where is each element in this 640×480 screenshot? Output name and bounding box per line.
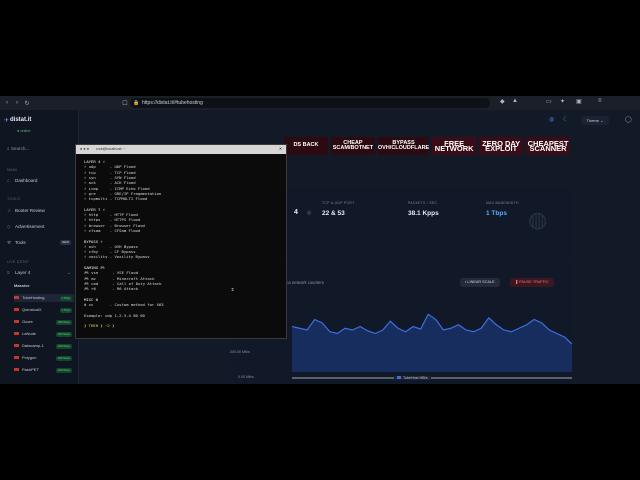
list-item[interactable]: Polygon 100 Gbps bbox=[14, 354, 74, 362]
layers-icon: ≡ bbox=[7, 270, 10, 275]
globe-icon[interactable]: ◍ bbox=[549, 116, 554, 123]
sidebar-item-layer4[interactable]: ≡ Layer 4 ⌄ bbox=[7, 268, 73, 277]
banner-item[interactable]: CHEAP SCAM/BOTNET bbox=[330, 137, 375, 155]
banner-item[interactable]: FREE NETWORK bbox=[432, 137, 477, 155]
window-controls-icon[interactable]: ● ● ● bbox=[80, 147, 89, 151]
ad-banner[interactable]: DS BACK CHEAP SCAM/BOTNET BYPASS OVH/CLO… bbox=[284, 137, 571, 155]
list-item[interactable]: Datacamp-1 100 Gbps bbox=[14, 342, 74, 350]
terminal-line: ⚡ tcpmulti - TCPMULTI Flood bbox=[84, 196, 148, 202]
chart-legend: TubeHost MB/s bbox=[394, 376, 431, 380]
flag-icon bbox=[14, 308, 19, 312]
terminal-line: 🎮 r6 - R6 Attack bbox=[84, 286, 139, 292]
status-badge: ● online bbox=[17, 129, 31, 133]
terminal-line: ⚙ vc - Custom method for X63 bbox=[84, 302, 164, 308]
list-item[interactable]: Ocore 400 Gbps bbox=[14, 318, 74, 326]
terminal-line: ⚡ cfsam - CFSam Flood bbox=[84, 227, 141, 233]
flag-icon bbox=[14, 368, 19, 372]
brave-shield-icon[interactable]: ◆ bbox=[500, 98, 505, 105]
y-tick-label: 0.00 Mb/s bbox=[238, 375, 254, 379]
extensions-icon[interactable]: ✦ bbox=[560, 98, 565, 105]
bookmark-icon[interactable]: ☐ bbox=[120, 100, 130, 107]
sidebar-item-booter-review[interactable]: ☆ Booter Review bbox=[7, 206, 73, 215]
cursor-icon: ⌶ bbox=[231, 287, 235, 293]
terminal-titlebar[interactable]: ● ● ● root@localhost: ~ ✕ bbox=[76, 145, 286, 154]
section-tools: TOOLS bbox=[7, 197, 21, 201]
home-icon: ⌂ bbox=[7, 178, 10, 183]
banner-item[interactable]: BYPASS OVH/CLOUDFLARE bbox=[377, 137, 429, 155]
search-input[interactable]: ⌕ Search... bbox=[7, 144, 73, 153]
pause-traffic-button[interactable]: ❚ PAUSE TRAFFIC bbox=[510, 278, 554, 287]
stat-icon: ◎ bbox=[307, 210, 312, 216]
flag-icon bbox=[14, 296, 19, 300]
sidebar-item-dashboard[interactable]: ⌂ Dashboard bbox=[7, 176, 73, 185]
banner-item[interactable]: DS BACK bbox=[284, 137, 328, 155]
globe-watermark-icon: ◍ bbox=[528, 207, 548, 232]
megaphone-icon: ◇ bbox=[7, 224, 11, 229]
lock-icon: 🔒 bbox=[133, 100, 140, 106]
flag-icon bbox=[14, 332, 19, 336]
close-icon[interactable]: ✕ bbox=[279, 145, 282, 154]
stat-ports: TCP & UDP PORT 22 & 53 bbox=[322, 201, 355, 217]
address-bar[interactable]: 🔒 https://distat.it/#tubehosting bbox=[130, 98, 490, 108]
list-item[interactable]: PashPET 100 Gbps bbox=[14, 366, 74, 374]
theme-button[interactable]: Theme ⌄ bbox=[581, 116, 609, 125]
user-icon[interactable]: ◯ bbox=[625, 116, 632, 123]
chevron-down-icon: ⌄ bbox=[67, 270, 71, 275]
sidebar-icon[interactable]: ▭ bbox=[546, 98, 552, 105]
star-icon: ☆ bbox=[7, 208, 12, 213]
list-item[interactable]: LaNode 200 Gbps bbox=[14, 330, 74, 338]
logo-icon: ✈ bbox=[4, 118, 10, 124]
list-item[interactable]: QuinstoalX 1 Tbps bbox=[14, 306, 74, 314]
moon-icon[interactable]: ☾ bbox=[563, 116, 568, 123]
flag-icon bbox=[14, 344, 19, 348]
sidebar: ✈ distat.it ● online ⌕ Search... MAIN ⌂ D… bbox=[0, 110, 79, 384]
wrench-icon: ⚒ bbox=[7, 240, 12, 245]
terminal-line: ❯ THEH ❯ ~2 ❯ bbox=[84, 323, 115, 329]
terminal-window[interactable]: ● ● ● root@localhost: ~ ✕ LAYER 4 ⚡ ⚡ udp… bbox=[75, 144, 287, 339]
terminal-title: root@localhost: ~ bbox=[96, 147, 126, 151]
terminal-line: Example: udp 1.2.3.4 80 60 bbox=[84, 312, 145, 318]
section-live: LIVE DSTAT bbox=[7, 260, 30, 264]
reload-icon[interactable]: ↻ bbox=[22, 100, 32, 107]
rewards-icon[interactable]: ▲ bbox=[512, 98, 518, 104]
flag-icon bbox=[14, 320, 19, 324]
linear-scale-button[interactable]: ▪ LINEAR SCALE bbox=[460, 278, 500, 287]
forward-icon[interactable]: › bbox=[12, 100, 22, 106]
banner-item[interactable]: CHEAPEST SCANNER bbox=[526, 137, 571, 155]
y-tick-label: 200.00 Mb/s bbox=[230, 350, 250, 354]
logo-text: distat.it bbox=[10, 117, 32, 123]
menu-icon[interactable]: ≡ bbox=[598, 98, 602, 104]
chart-subtitle: nca network counters bbox=[284, 280, 324, 285]
list-item[interactable]: TubeHosting 1 Tbps bbox=[14, 294, 74, 302]
back-icon[interactable]: ‹ bbox=[2, 100, 12, 106]
sidebar-item-advertisement[interactable]: ◇ Advertisement bbox=[7, 222, 73, 231]
new-badge: NEW bbox=[60, 240, 71, 245]
group-massive[interactable]: Massive bbox=[14, 282, 74, 290]
terminal-line: ⚡ voxility - Voxility Bypass bbox=[84, 254, 150, 260]
banner-item[interactable]: ZERO DAY EXPLOIT bbox=[479, 137, 524, 155]
traffic-chart bbox=[292, 313, 572, 379]
url-text: https://distat.it/#tubehosting bbox=[142, 100, 203, 106]
flag-icon bbox=[14, 356, 19, 360]
stat-value-partial: 4 bbox=[294, 209, 298, 216]
stat-packets: PACKETS / SEC 38.1 Kpps bbox=[408, 201, 439, 217]
browser-toolbar: ‹ › ↻ ☐ 🔒 https://distat.it/#tubehosting… bbox=[0, 96, 640, 110]
wallet-icon[interactable]: ▣ bbox=[576, 98, 582, 105]
stat-bandwidth: MAX BANDWIDTH 1 Tbps bbox=[486, 201, 519, 217]
sidebar-item-tools[interactable]: ⚒ Tools NEW bbox=[7, 238, 73, 247]
section-main: MAIN bbox=[7, 168, 17, 172]
